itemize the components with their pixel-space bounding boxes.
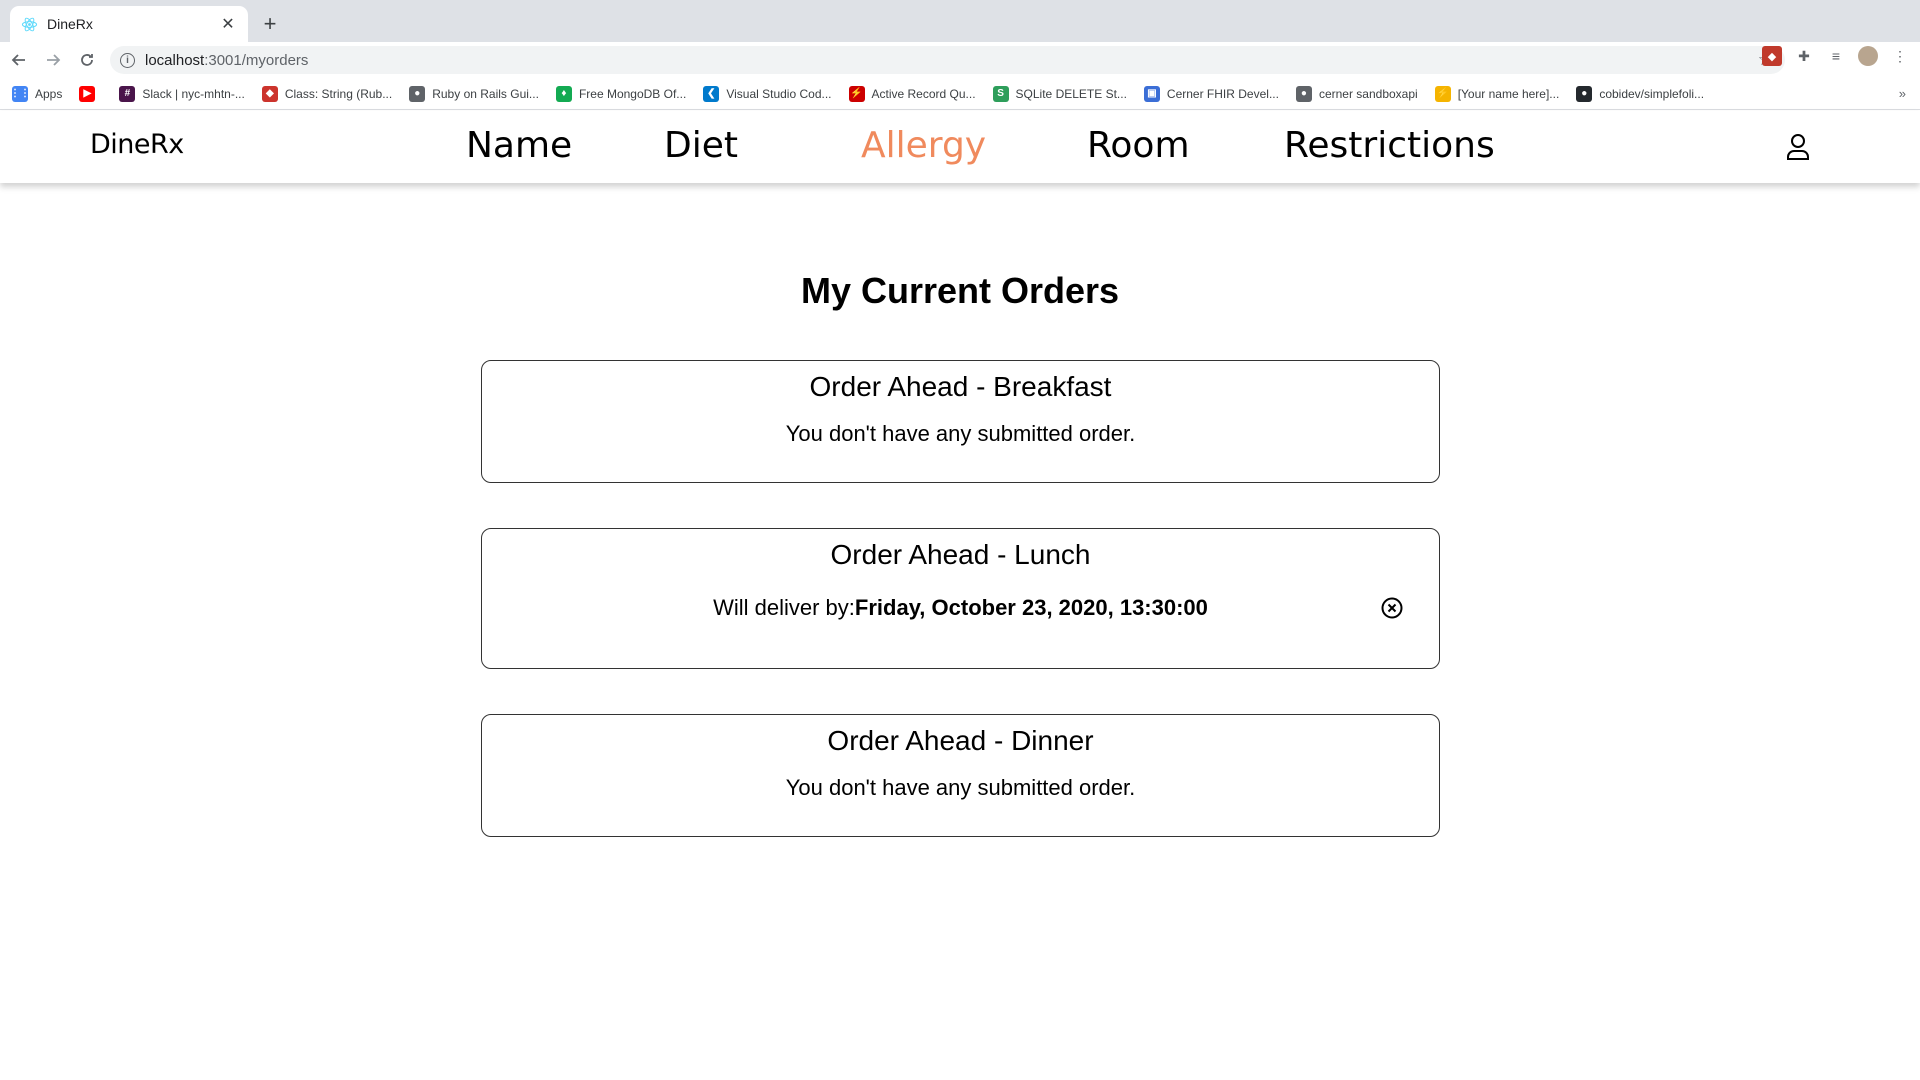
- browser-toolbar: i localhost:3001/myorders ☆ ◆ ✚ ≡ ⋮: [0, 42, 1920, 78]
- nav-allergy[interactable]: Allergy: [861, 125, 986, 166]
- bookmark-label: Apps: [35, 86, 63, 101]
- reading-list-icon[interactable]: ≡: [1826, 46, 1846, 66]
- vscode-icon: ❮: [703, 85, 720, 102]
- github-icon: ●: [1576, 85, 1593, 102]
- order-status-message: You don't have any submitted order.: [785, 421, 1136, 446]
- tab-title: DineRx: [47, 16, 93, 32]
- page-title: My Current Orders: [800, 270, 1120, 311]
- bookmark-item[interactable]: S SQLite DELETE St...: [992, 85, 1127, 102]
- browser-tab[interactable]: DineRx ✕: [10, 6, 248, 42]
- bookmark-label: [Your name here]...: [1457, 86, 1560, 101]
- bookmark-item[interactable]: ❮ Visual Studio Cod...: [703, 85, 832, 102]
- react-icon: [21, 16, 38, 33]
- bookmark-label: Active Record Qu...: [871, 86, 976, 101]
- extensions-area: ◆ ✚ ≡ ⋮: [1762, 46, 1910, 66]
- bookmark-label: Free MongoDB Of...: [578, 86, 687, 101]
- globe-icon: ●: [409, 85, 426, 102]
- cerner-icon: ▣: [1143, 85, 1160, 102]
- avatar[interactable]: [1858, 46, 1878, 66]
- browser-tabstrip: DineRx ✕ +: [0, 0, 1920, 42]
- lightning-icon: ⚡: [1434, 85, 1451, 102]
- bookmark-item[interactable]: ▣ Cerner FHIR Devel...: [1143, 85, 1279, 102]
- bookmark-item[interactable]: ◆ Class: String (Rub...: [261, 85, 393, 102]
- order-card-lunch: Order Ahead - Lunch Will deliver by:Frid…: [481, 528, 1440, 669]
- youtube-icon: ▶: [79, 85, 96, 102]
- new-tab-button[interactable]: +: [258, 11, 282, 36]
- order-card-title: Order Ahead - Dinner: [827, 725, 1094, 756]
- mongodb-icon: ♦: [555, 85, 572, 102]
- order-card-title: Order Ahead - Lunch: [830, 539, 1091, 570]
- close-tab-icon[interactable]: ✕: [218, 14, 238, 34]
- bookmark-item[interactable]: # Slack | nyc-mhtn-...: [119, 85, 245, 102]
- order-card-breakfast: Order Ahead - Breakfast You don't have a…: [481, 360, 1440, 483]
- bookmark-label: SQLite DELETE St...: [1015, 86, 1127, 101]
- nav-name[interactable]: Name: [466, 125, 572, 166]
- bookmark-item[interactable]: ● Ruby on Rails Gui...: [409, 85, 539, 102]
- bookmark-item[interactable]: ⚡ Active Record Qu...: [848, 85, 976, 102]
- order-card-dinner: Order Ahead - Dinner You don't have any …: [481, 714, 1440, 837]
- reload-icon[interactable]: [72, 45, 102, 75]
- more-menu-icon[interactable]: ⋮: [1890, 46, 1910, 66]
- slack-icon: #: [119, 85, 136, 102]
- bookmark-item[interactable]: ⋮⋮ Apps: [10, 85, 63, 102]
- puzzle-icon[interactable]: ✚: [1794, 46, 1814, 66]
- delivery-label: Will deliver by:: [713, 595, 855, 620]
- bookmarks-bar: ⋮⋮ Apps ▶ # Slack | nyc-mhtn-... ◆ Class: Stri…: [0, 78, 1920, 110]
- nav-restrictions[interactable]: Restrictions: [1284, 125, 1495, 166]
- bookmark-label: Class: String (Rub...: [284, 86, 393, 101]
- bookmark-item[interactable]: ▶: [79, 85, 102, 102]
- info-icon[interactable]: i: [120, 52, 135, 68]
- user-profile-icon[interactable]: [1785, 133, 1811, 161]
- delivery-time: Friday, October 23, 2020, 13:30:00: [854, 595, 1208, 620]
- more-bookmarks-icon[interactable]: »: [1899, 86, 1906, 101]
- order-status-message: You don't have any submitted order.: [785, 775, 1136, 800]
- nav-diet[interactable]: Diet: [664, 125, 738, 166]
- delivery-info: Will deliver by:Friday, October 23, 2020…: [482, 595, 1439, 621]
- back-arrow-icon[interactable]: [4, 45, 34, 75]
- app-navbar: DineRx Name Diet Allergy Room Restrictio…: [0, 111, 1920, 183]
- extension-icon[interactable]: ◆: [1762, 46, 1782, 66]
- bookmark-item[interactable]: ● cobidev/simplefoli...: [1576, 85, 1705, 102]
- cancel-order-icon[interactable]: [1381, 597, 1403, 619]
- ruby-icon: ◆: [261, 85, 278, 102]
- nav-room[interactable]: Room: [1087, 125, 1190, 166]
- bookmark-item[interactable]: ♦ Free MongoDB Of...: [555, 85, 687, 102]
- address-bar[interactable]: i localhost:3001/myorders ☆: [110, 46, 1785, 74]
- bookmark-label: Slack | nyc-mhtn-...: [142, 86, 245, 101]
- sqlite-icon: S: [992, 85, 1009, 102]
- bookmark-label: Visual Studio Cod...: [726, 86, 832, 101]
- url-text: localhost:3001/myorders: [145, 51, 309, 69]
- bookmark-item[interactable]: ● cerner sandboxapi: [1295, 85, 1418, 102]
- apps-grid-icon: ⋮⋮: [10, 85, 30, 102]
- forward-arrow-icon[interactable]: [38, 45, 68, 75]
- order-card-title: Order Ahead - Breakfast: [809, 371, 1112, 402]
- globe-icon: ●: [1295, 85, 1312, 102]
- brand-logo[interactable]: DineRx: [90, 129, 184, 160]
- bookmark-label: Cerner FHIR Devel...: [1166, 86, 1279, 101]
- bookmark-label: cobidev/simplefoli...: [1599, 86, 1705, 101]
- bookmark-label: Ruby on Rails Gui...: [432, 86, 539, 101]
- bookmark-item[interactable]: ⚡ [Your name here]...: [1434, 85, 1560, 102]
- rails-icon: ⚡: [848, 85, 865, 102]
- bookmark-label: cerner sandboxapi: [1318, 86, 1418, 101]
